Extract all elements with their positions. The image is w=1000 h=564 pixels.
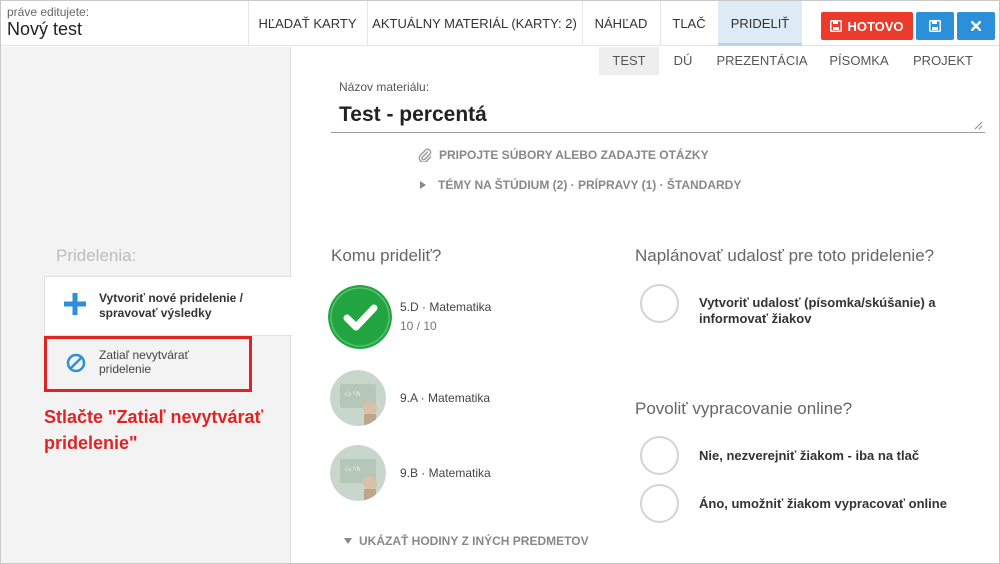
material-name-field[interactable]: Test - percentá [331, 95, 985, 133]
online-allowed-label: Áno, umožniť žiakom vypracovať online [699, 496, 947, 511]
class-name: 5.D · Matematika [400, 300, 492, 314]
save-icon [830, 20, 843, 32]
class-student-count: 10 / 10 [400, 319, 437, 333]
close-icon [971, 21, 981, 31]
class-avatar: √a ¹/b [330, 370, 386, 426]
class-item-9a[interactable]: √a ¹/b 9.A · Matematika [328, 370, 588, 440]
new-assignment-option[interactable]: Vytvoriť nové pridelenie / spravovať výs… [44, 276, 292, 336]
skip-assignment-option[interactable]: Zatiaľ nevytvárať pridelenie [44, 336, 252, 392]
radio-button[interactable] [640, 436, 679, 475]
material-name-value: Test - percentá [339, 103, 487, 126]
plus-icon [64, 293, 86, 315]
document-title: Nový test [7, 19, 83, 39]
show-other-subjects-label: UKÁZAŤ HODINY Z INÝCH PREDMETOV [359, 534, 589, 548]
subtab-presentation[interactable]: PREZENTÁCIA [707, 47, 817, 75]
show-other-subjects-link[interactable]: UKÁZAŤ HODINY Z INÝCH PREDMETOV [344, 534, 589, 548]
class-item-9b[interactable]: √a ¹/b 9.B · Matematika [328, 445, 588, 515]
radio-button[interactable] [640, 284, 679, 323]
skip-assignment-label: Zatiaľ nevytvárať pridelenie [99, 348, 190, 376]
attach-files-label: PRIPOJTE SÚBORY ALEBO ZADAJTE OTÁZKY [439, 148, 709, 162]
caret-right-icon [420, 181, 426, 189]
assign-heading: Komu prideliť? [331, 246, 442, 265]
subtab-project[interactable]: PROJEKT [901, 47, 985, 75]
attach-files-link[interactable]: PRIPOJTE SÚBORY ALEBO ZADAJTE OTÁZKY [418, 148, 709, 162]
save-icon [929, 20, 941, 32]
top-bar: práve editujete: Nový test HĽADAŤ KARTY … [1, 1, 999, 46]
topics-label: TÉMY NA ŠTÚDIUM (2) · PRÍPRAVY (1) · ŠTA… [438, 178, 742, 192]
class-name: 9.A · Matematika [400, 391, 491, 405]
tab-preview[interactable]: NÁHĽAD [582, 1, 660, 46]
save-button[interactable] [916, 12, 954, 40]
done-button[interactable]: HOTOVO [821, 12, 913, 40]
editing-label: práve editujete: [7, 5, 90, 19]
ban-icon [66, 353, 86, 373]
topics-toggle[interactable]: TÉMY NA ŠTÚDIUM (2) · PRÍPRAVY (1) · ŠTA… [420, 178, 741, 192]
class-item-5d[interactable]: 5.D · Matematika 10 / 10 [328, 285, 588, 355]
online-heading: Povoliť vypracovanie online? [635, 399, 853, 418]
close-button[interactable] [957, 12, 995, 40]
subtab-homework[interactable]: DÚ [661, 47, 705, 75]
radio-button[interactable] [640, 484, 679, 523]
tab-current-material[interactable]: AKTUÁLNY MATERIÁL (KARTY: 2) [367, 1, 582, 46]
class-name: 9.B · Matematika [400, 466, 491, 480]
material-name-label: Názov materiálu: [339, 80, 430, 94]
subtab-test[interactable]: TEST [599, 47, 659, 75]
subtab-written-test[interactable]: PÍSOMKA [819, 47, 899, 75]
schedule-heading: Naplánovať udalosť pre toto pridelenie? [635, 246, 935, 265]
tab-assign[interactable]: PRIDELIŤ [718, 1, 802, 46]
assignments-heading: Pridelenia: [56, 246, 137, 265]
print-only-label: Nie, nezverejniť žiakom - iba na tlač [699, 448, 920, 463]
class-avatar: √a ¹/b [330, 445, 386, 501]
caret-down-icon [344, 538, 352, 544]
tab-print[interactable]: TLAČ [660, 1, 718, 46]
done-button-label: HOTOVO [847, 18, 904, 34]
svg-text:√a ¹/b: √a ¹/b [344, 465, 361, 473]
svg-text:√a ¹/b: √a ¹/b [344, 390, 361, 398]
resize-grip-icon[interactable] [973, 120, 983, 130]
tab-search-cards[interactable]: HĽADAŤ KARTY [248, 1, 367, 46]
schedule-event-label: Vytvoriť udalosť (písomka/skúšanie) a in… [699, 295, 936, 326]
selected-check-icon [328, 285, 392, 349]
new-assignment-label: Vytvoriť nové pridelenie / spravovať výs… [99, 291, 244, 320]
paperclip-icon [418, 148, 432, 162]
instruction-callout: Stlačte "Zatiaľ nevytvárať pridelenie" [44, 407, 264, 453]
